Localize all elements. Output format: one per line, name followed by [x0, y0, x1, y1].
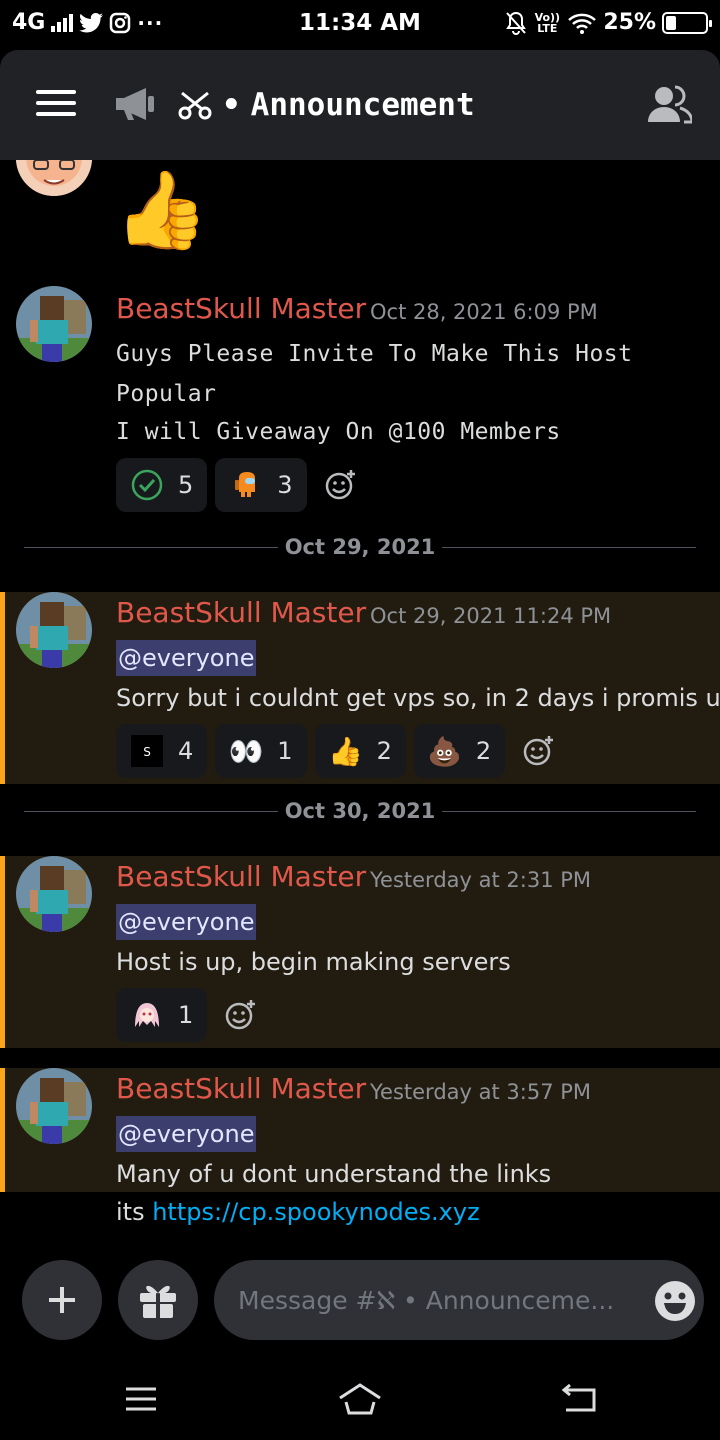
wifi-icon — [568, 13, 597, 34]
reaction-count: 2 — [475, 737, 492, 765]
menu-icon[interactable] — [36, 90, 76, 120]
reaction-count: 3 — [277, 471, 293, 499]
message-line-link: its https://cp.spookynodes.xyz — [116, 1192, 480, 1232]
reaction-poop[interactable]: 💩 2 — [413, 724, 506, 778]
eyes-icon: 👀 — [228, 734, 264, 768]
volte-label: Vo)) LTE — [534, 10, 561, 35]
message-line: Many of u dont understand the links — [116, 1160, 552, 1188]
reaction-anime-girl[interactable]: 1 — [116, 988, 208, 1042]
add-reaction-icon[interactable] — [519, 731, 559, 771]
add-reaction-icon[interactable] — [321, 465, 361, 505]
title-separator: • — [222, 87, 241, 123]
reaction-count: 1 — [277, 737, 293, 765]
gift-icon[interactable] — [118, 1260, 198, 1340]
add-reaction-icon[interactable] — [221, 995, 261, 1035]
date-divider: Oct 29, 2021 — [24, 532, 696, 562]
reaction-custom-s[interactable]: S 4 — [116, 724, 208, 778]
channel-name: Announcement — [250, 87, 475, 123]
reaction-count: 2 — [376, 737, 392, 765]
message-author[interactable]: BeastSkull Master — [116, 596, 366, 629]
reactions-bar: S 4 👀 1 👍 2 💩 2 — [116, 724, 559, 778]
home-icon[interactable] — [336, 1382, 384, 1416]
message-input[interactable]: Message #ℵ • Announceme... — [214, 1260, 704, 1340]
reaction-count: 1 — [178, 1001, 194, 1029]
message-author[interactable]: BeastSkull Master — [116, 292, 366, 325]
reactions-bar: 5 3 — [116, 458, 361, 512]
message-author[interactable]: BeastSkull Master — [116, 860, 366, 893]
avatar[interactable] — [16, 286, 92, 362]
anime-girl-icon — [130, 998, 164, 1032]
reaction-check[interactable]: 5 — [116, 458, 208, 512]
message-line: I will Giveaway On @100 Members — [116, 419, 561, 445]
message-placeholder: Message #ℵ • Announceme... — [238, 1285, 615, 1315]
message-mention: BeastSkull Master Yesterday at 2:31 PM @… — [0, 856, 720, 1048]
mention-everyone[interactable]: @everyone — [116, 640, 257, 676]
recents-icon[interactable] — [124, 1386, 158, 1412]
message-list[interactable]: 👍 BeastSkull Master Oct 28, 2021 6:09 PM… — [0, 160, 720, 1242]
message-author[interactable]: BeastSkull Master — [116, 1072, 366, 1105]
reaction-count: 4 — [178, 737, 194, 765]
thumbs-up-icon: 👍 — [328, 734, 363, 768]
message-composer: Message #ℵ • Announceme... — [0, 1242, 720, 1362]
avatar[interactable] — [16, 1068, 92, 1144]
reaction-count: 5 — [178, 471, 194, 499]
avatar[interactable] — [16, 592, 92, 668]
message-timestamp: Oct 28, 2021 6:09 PM — [370, 300, 598, 324]
message-link[interactable]: https://cp.spookynodes.xyz — [152, 1198, 479, 1226]
mention-everyone[interactable]: @everyone — [116, 904, 257, 940]
status-right: Vo)) LTE 25% — [505, 10, 712, 35]
reaction-among-us[interactable]: 3 — [215, 458, 307, 512]
message-mention: BeastSkull Master Oct 29, 2021 11:24 PM … — [0, 592, 720, 784]
android-nav-bar — [0, 1362, 720, 1440]
date-divider: Oct 30, 2021 — [24, 796, 696, 826]
message: BeastSkull Master Oct 28, 2021 6:09 PM G… — [0, 280, 720, 520]
mute-icon — [506, 11, 527, 35]
custom-s-icon: S — [130, 734, 164, 768]
reaction-thumbs-up[interactable]: 👍 2 — [314, 724, 406, 778]
svg-text:S: S — [143, 745, 151, 759]
avatar[interactable] — [16, 160, 92, 196]
message-line: Sorry but i couldnt get vps so, in 2 day… — [116, 684, 720, 712]
message-partial: 👍 — [0, 160, 720, 254]
date-divider-label: Oct 30, 2021 — [284, 799, 436, 823]
members-icon[interactable] — [648, 84, 692, 124]
avatar[interactable] — [16, 856, 92, 932]
among-us-icon — [229, 468, 263, 502]
message-timestamp: Yesterday at 2:31 PM — [370, 868, 592, 892]
megaphone-icon — [116, 88, 154, 120]
date-divider-label: Oct 29, 2021 — [284, 535, 436, 559]
battery-level — [666, 15, 676, 30]
message-mention: BeastSkull Master Yesterday at 3:57 PM @… — [0, 1068, 720, 1192]
thumbs-up-emoji: 👍 — [114, 165, 209, 254]
poop-icon: 💩 — [427, 734, 463, 768]
battery-percent: 25% — [603, 10, 656, 35]
battery-icon — [662, 11, 712, 34]
message-line: Host is up, begin making servers — [116, 948, 511, 976]
plus-icon[interactable] — [22, 1260, 102, 1340]
channel-glyph-icon — [178, 91, 212, 120]
message-timestamp: Oct 29, 2021 11:24 PM — [370, 604, 612, 628]
status-bar: 4G ··· 11:34 AM Vo)) LTE 25% — [0, 0, 720, 50]
reactions-bar: 1 — [116, 988, 261, 1042]
mention-everyone[interactable]: @everyone — [116, 1116, 257, 1152]
message-line: Guys Please Invite To Make This Host — [116, 341, 633, 367]
reaction-eyes[interactable]: 👀 1 — [215, 724, 307, 778]
check-icon — [130, 468, 164, 502]
channel-header: • Announcement — [0, 50, 720, 160]
message-timestamp: Yesterday at 3:57 PM — [370, 1080, 592, 1104]
back-icon[interactable] — [560, 1384, 598, 1414]
link-prefix: its — [116, 1198, 153, 1226]
emoji-icon[interactable] — [654, 1280, 696, 1322]
message-line: Popular — [116, 381, 217, 407]
channel-title[interactable]: • Announcement — [178, 80, 475, 130]
